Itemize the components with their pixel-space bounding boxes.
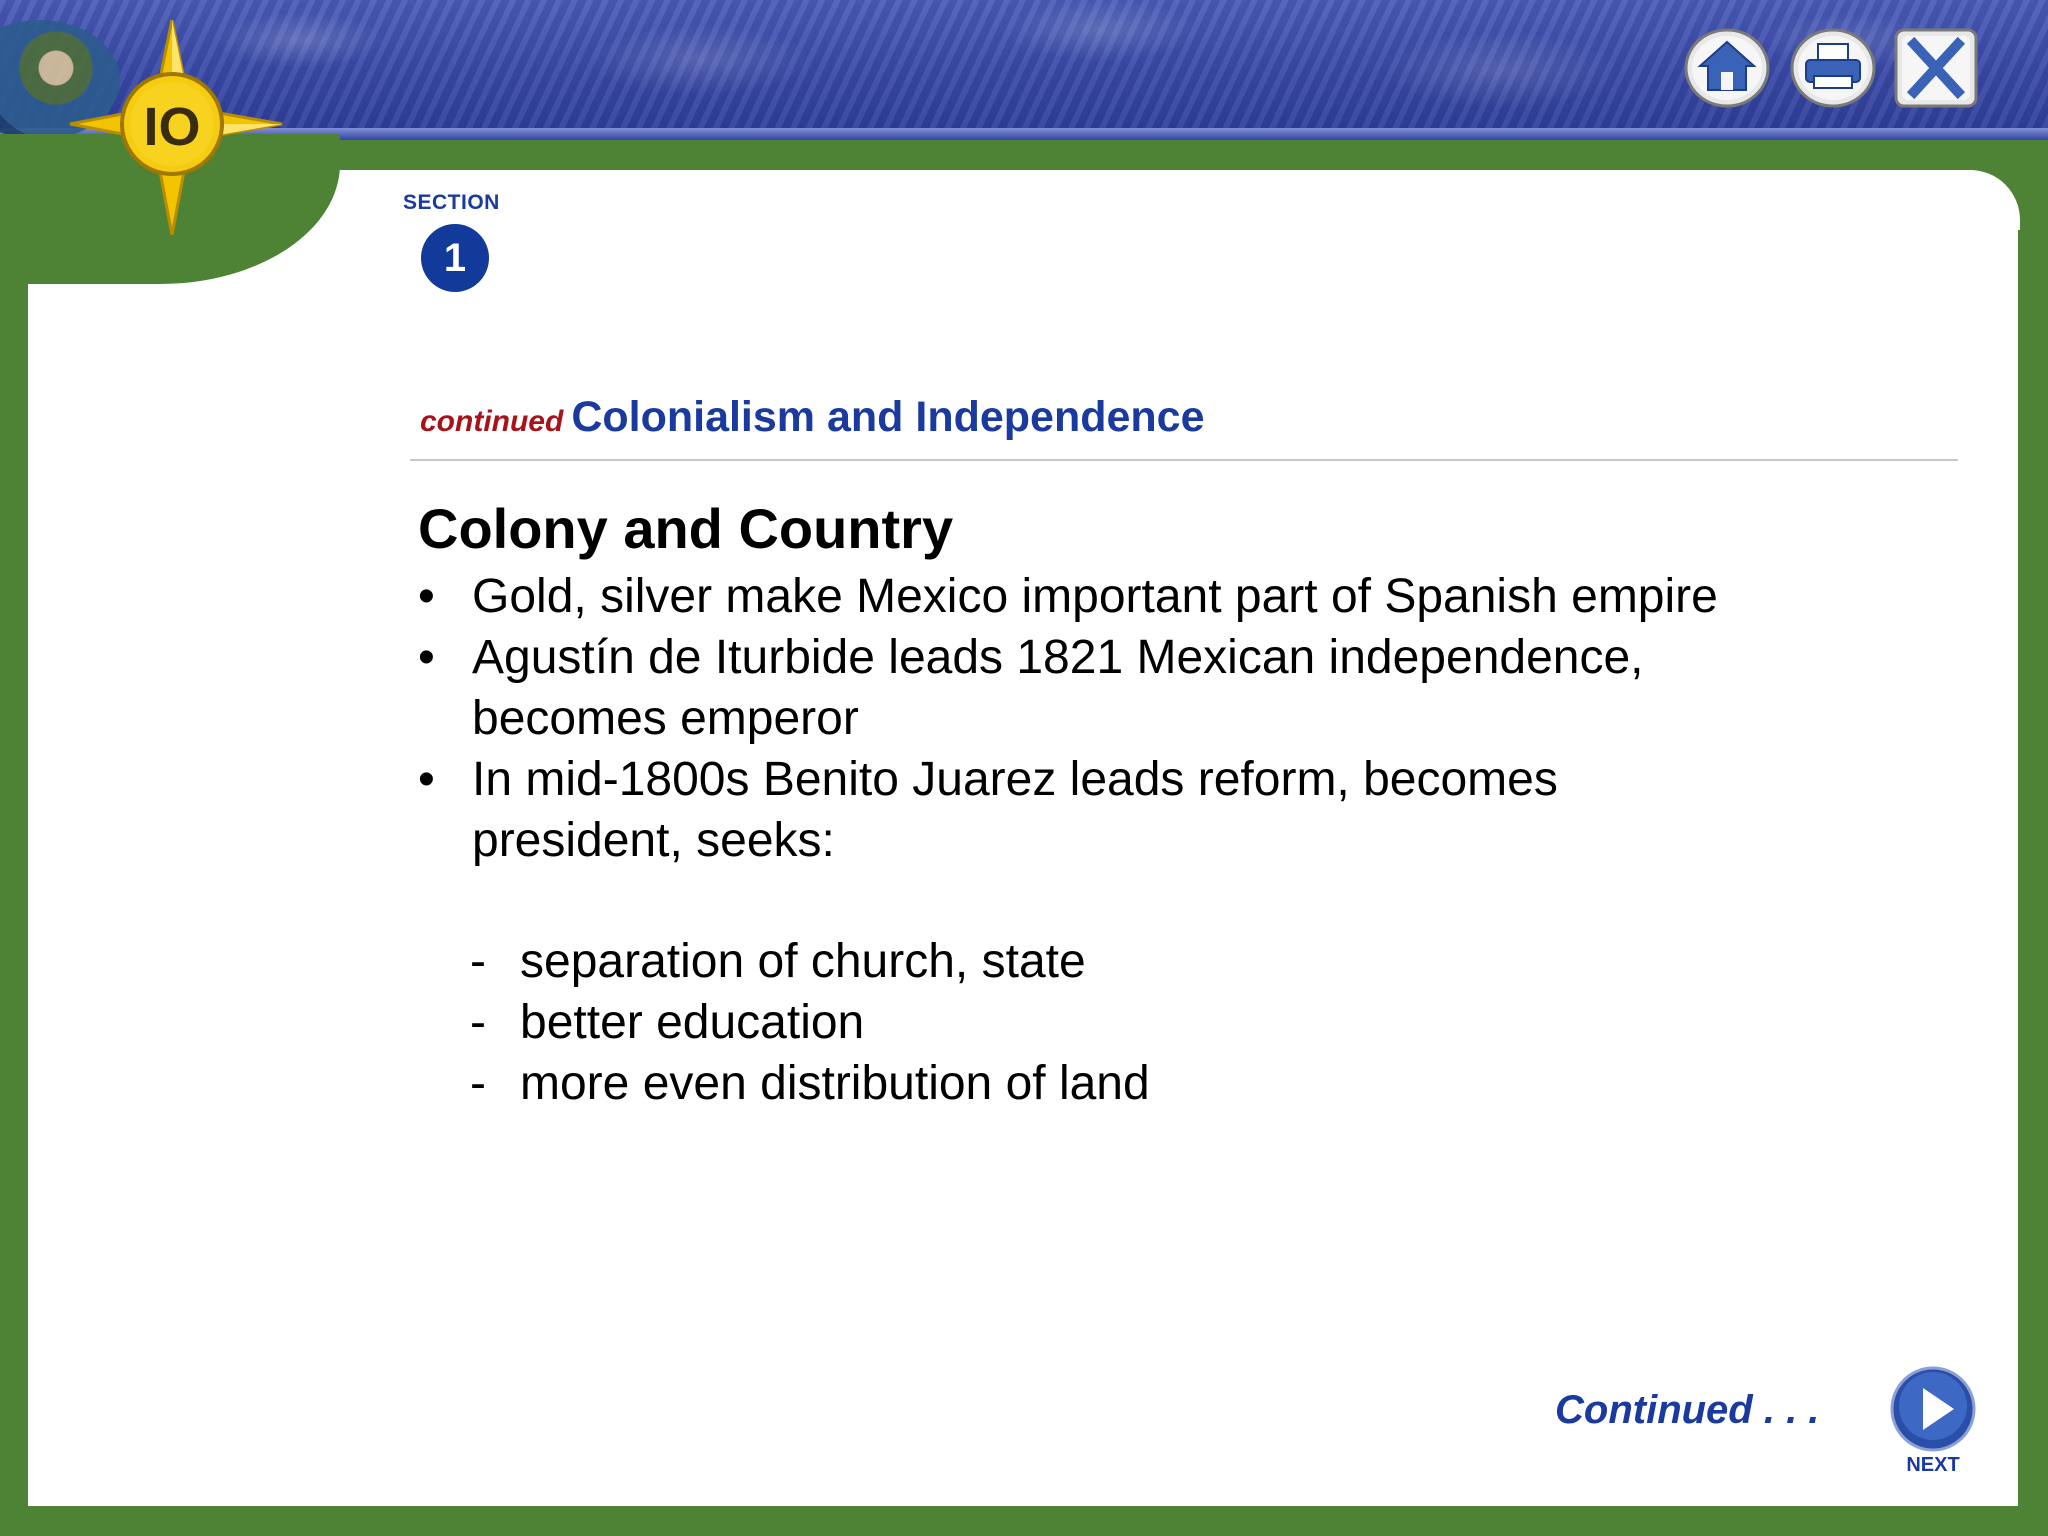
- compass-logo-icon: IO: [69, 20, 283, 235]
- logo-text: IO: [143, 97, 200, 157]
- sub-text: separation of church, state: [520, 935, 1086, 988]
- bullet-item: • Agustín de Iturbide leads 1821 Mexican…: [418, 627, 1758, 749]
- bullet-item: • In mid-1800s Benito Juarez leads refor…: [418, 749, 1758, 871]
- next-label[interactable]: NEXT: [1898, 1454, 1968, 1477]
- title-continued-label: continued: [420, 405, 564, 438]
- title-divider: [410, 459, 1958, 461]
- next-button[interactable]: [1890, 1366, 1976, 1452]
- sub-mark: -: [470, 1057, 486, 1110]
- continued-note: Continued . . .: [1555, 1388, 1820, 1432]
- title-main: Colonialism and Independence: [571, 393, 1205, 441]
- bullet-text: In mid-1800s Benito Juarez leads reform,…: [472, 753, 1558, 867]
- home-button[interactable]: [1684, 28, 1770, 108]
- sub-mark: -: [470, 996, 486, 1049]
- section-number-badge: 1: [421, 224, 489, 292]
- sub-text: more even distribution of land: [520, 1057, 1150, 1110]
- bullet-list: • Gold, silver make Mexico important par…: [418, 566, 1758, 871]
- bullet-mark: •: [418, 570, 435, 623]
- sub-text: better education: [520, 996, 865, 1049]
- slide-heading: Colony and Country: [418, 497, 954, 560]
- sub-mark: -: [470, 935, 486, 988]
- bullet-item: • Gold, silver make Mexico important par…: [418, 566, 1758, 627]
- sub-bullet-list: - separation of church, state - better e…: [470, 931, 1150, 1114]
- print-button[interactable]: [1790, 28, 1876, 108]
- slide-frame: IO SECTION 1 continued Colonialism and In…: [0, 0, 2048, 1536]
- sub-item: - better education: [470, 992, 1150, 1053]
- panel-top-curve: [320, 170, 2020, 230]
- sub-item: - more even distribution of land: [470, 1053, 1150, 1114]
- slide-title: continued Colonialism and Independence: [420, 393, 1205, 442]
- section-label: SECTION: [403, 191, 500, 214]
- bullet-text: Agustín de Iturbide leads 1821 Mexican i…: [472, 631, 1644, 745]
- bullet-mark: •: [418, 631, 435, 684]
- close-button[interactable]: [1894, 28, 1978, 108]
- sub-item: - separation of church, state: [470, 931, 1150, 992]
- bullet-text: Gold, silver make Mexico important part …: [472, 570, 1718, 623]
- bullet-mark: •: [418, 753, 435, 806]
